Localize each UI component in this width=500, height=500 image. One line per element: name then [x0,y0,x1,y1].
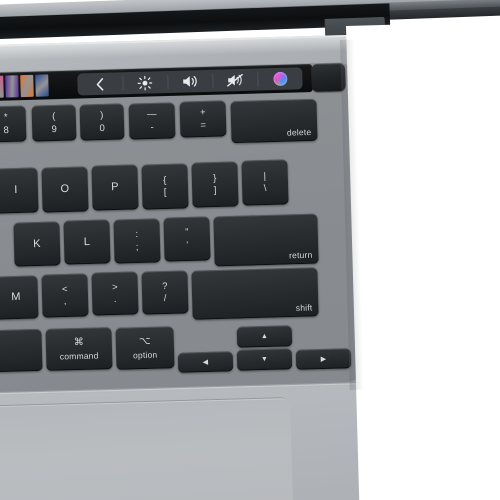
key-p[interactable]: P [91,164,139,211]
key-8[interactable]: * 8 [0,105,27,143]
key-legend-bottom: / [163,292,167,305]
key-legend-top: > [111,281,118,293]
key-legend: ▶ [320,355,327,363]
key-quote[interactable]: ”’ [163,216,211,262]
key-period[interactable]: >. [91,271,139,316]
key-command[interactable]: ⌘ command [45,327,113,371]
key-legend-bottom: . [113,293,117,306]
key-comma[interactable]: <, [41,273,89,318]
key-legend: L [83,235,91,248]
product-photo-macbook-pro: * 8(9) 0— - + = delete I O P{[}] | \ K L:;”’ return M <,… [0,0,500,500]
key-legend-top: } [213,172,217,184]
key-option[interactable]: ⌥ option [115,326,175,370]
key-legend-bottom: , [63,295,67,308]
key-backslash[interactable]: | \ [241,159,289,206]
key-shift[interactable]: shift [191,267,319,320]
key-arrow-up[interactable]: ▲ [236,325,293,348]
key-legend-top: * [3,111,8,124]
key-m[interactable]: M [0,275,39,320]
key-arrow-left[interactable]: ◀ [177,351,234,373]
key-return[interactable]: return [213,213,319,267]
key-legend-bottom: 0 [99,122,105,134]
key-legend-top: + [199,106,206,119]
key-legend: P [111,180,119,194]
key-l[interactable]: L [63,219,111,265]
key-legend-bottom: 8 [3,124,9,136]
key-legend: M [11,290,21,304]
key-legend-bottom: ] [213,184,217,197]
key-legend-bottom: - [150,121,154,133]
key-legend: command [59,350,99,362]
key-slash[interactable]: ? / [141,270,189,315]
key-legend-bottom: 9 [51,123,57,135]
key-legend-top: { [163,174,167,186]
key-0[interactable]: ) 0 [79,103,125,141]
key-modifier-glyph: ⌥ [138,335,151,347]
key-arrow-down[interactable]: ▼ [236,348,293,371]
key-legend-bottom: ; [135,241,139,253]
key-legend-top: ” [185,226,189,239]
key-equal[interactable]: + = [179,100,227,138]
key-legend-top: ) [100,109,104,122]
key-legend: ◀ [202,358,209,366]
key-legend: ▲ [260,332,269,341]
key-legend-top: : [135,228,139,241]
key-bracket-right[interactable]: }] [191,161,239,208]
key-legend: I [14,183,18,197]
key-i[interactable]: I [0,167,39,214]
key-9[interactable]: (9 [31,104,77,142]
key-legend-bottom: ’ [185,239,189,251]
key-minus[interactable]: — - [128,102,176,140]
key-legend: K [33,237,41,250]
key-legend-top: — [146,108,157,121]
key-arrow-right[interactable]: ▶ [295,348,352,370]
key-legend-top: ? [162,280,168,292]
key-bracket-left[interactable]: {[ [141,163,189,210]
key-legend: O [60,182,70,196]
key-legend: delete [286,126,312,138]
key-o[interactable]: O [41,166,89,213]
key-space[interactable] [0,328,43,374]
key-legend-bottom: = [200,119,207,131]
key-legend: ▼ [260,355,269,364]
key-delete[interactable]: delete [230,98,318,144]
key-semicolon[interactable]: :; [113,218,161,264]
key-legend: shift [295,301,313,313]
key-legend-bottom: [ [163,186,167,199]
key-legend-bottom: \ [263,182,267,195]
key-legend: option [132,349,158,361]
key-legend-top: ( [52,110,56,123]
background-right [346,20,500,500]
key-legend: return [288,249,313,260]
key-modifier-glyph: ⌘ [73,336,84,348]
key-legend-top: < [61,283,68,295]
trackpad[interactable] [0,398,294,500]
key-legend-top: | [263,170,267,182]
key-k[interactable]: K [13,221,61,267]
